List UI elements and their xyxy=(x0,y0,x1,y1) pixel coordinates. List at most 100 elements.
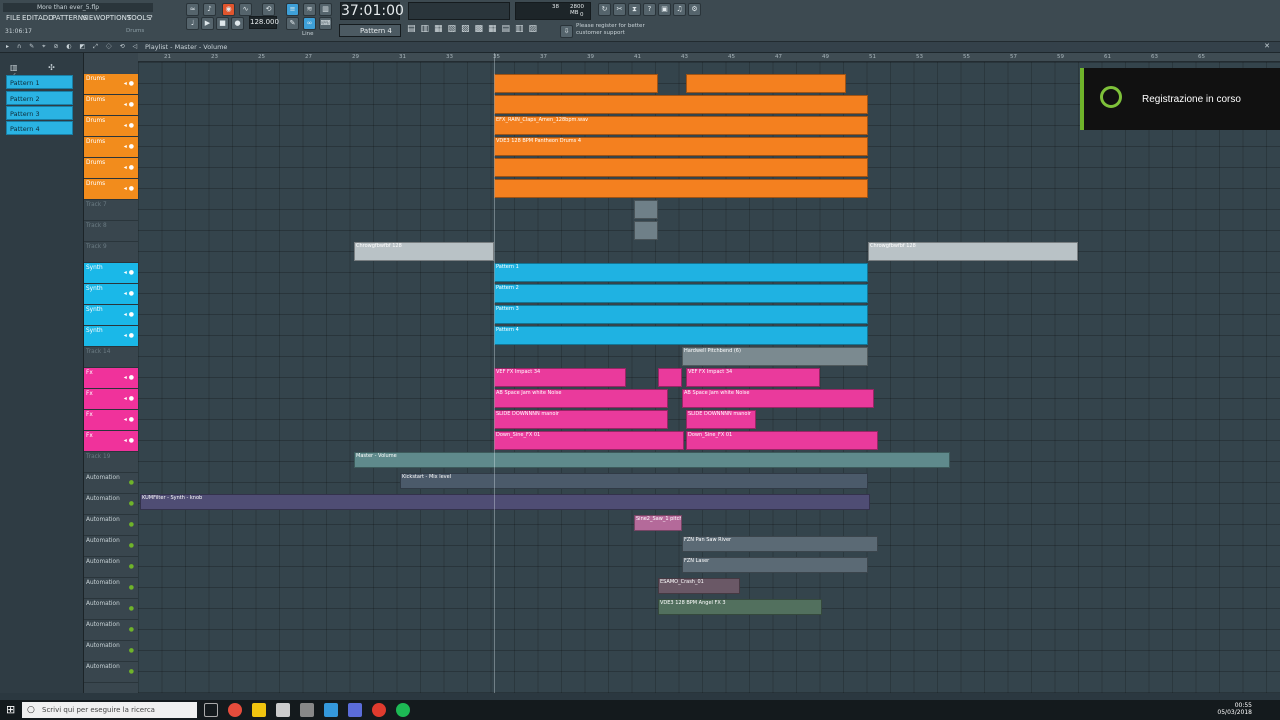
timeline-ruler[interactable]: 21 23 25 27 29 31 33 35 37 39 41 43 45 47 49 51 53 55 57 59… xyxy=(138,53,1280,62)
track-header[interactable]: Track 19 xyxy=(84,452,138,473)
track-header[interactable]: Drums ◂● xyxy=(84,179,138,200)
playlist-clip[interactable]: Pattern 4 xyxy=(494,326,868,345)
pat-song-icon[interactable]: ≈ xyxy=(186,3,199,16)
stop-button[interactable]: ■ xyxy=(216,17,229,30)
discord-icon[interactable] xyxy=(348,703,362,717)
spotify-icon[interactable] xyxy=(396,703,410,717)
track-controls-icon[interactable]: ● xyxy=(129,584,136,591)
track-controls-icon[interactable]: ● xyxy=(129,521,136,528)
track-header[interactable]: Drums ◂● xyxy=(84,137,138,158)
pencil-icon[interactable]: ✎ xyxy=(286,17,299,30)
playlist-clip[interactable]: VEF FX Impact 34 xyxy=(494,368,626,387)
track-header[interactable]: Track 9 xyxy=(84,242,138,263)
playlist-clip[interactable]: SLIDE DOWNNNN manoir xyxy=(494,410,668,429)
playlist-clip[interactable]: AB Space Jam white Noise xyxy=(494,389,668,408)
track-controls-icon[interactable]: ◂● xyxy=(124,416,136,423)
link-icon[interactable]: ∞ xyxy=(303,17,316,30)
step-icon[interactable]: ≡ xyxy=(286,3,299,16)
close-icon[interactable]: ✕ xyxy=(1264,42,1270,50)
playlist-clip[interactable] xyxy=(494,74,658,93)
mixer-icon[interactable]: ▥ xyxy=(319,3,332,16)
track-header[interactable]: Track 8 xyxy=(84,221,138,242)
record-mode-button[interactable]: ◉ xyxy=(222,3,235,16)
track-header[interactable]: Drums ◂● xyxy=(84,95,138,116)
track-header[interactable]: Synth ◂● xyxy=(84,305,138,326)
typing-icon[interactable]: ⌨ xyxy=(319,17,332,30)
chrome-icon[interactable] xyxy=(228,703,242,717)
track-header[interactable]: Automation ● xyxy=(84,620,138,641)
playlist-clip[interactable]: ESAMO_Crash_01 xyxy=(658,578,740,594)
playlist-clip[interactable]: Pattern 3 xyxy=(494,305,868,324)
mode-icon[interactable]: ♪ xyxy=(203,3,216,16)
playlist-clip[interactable] xyxy=(494,95,868,114)
playlist-grid[interactable]: EFX_RAIN_Claps_Amen_128bpm.wav VDE3 128 B… xyxy=(138,62,1280,693)
menu-tools[interactable]: TOOLS xyxy=(127,14,151,22)
wave2-icon[interactable]: ≋ xyxy=(303,3,316,16)
track-header[interactable]: Automation ● xyxy=(84,662,138,683)
playlist-clip[interactable]: AB Space Jam white Noise xyxy=(682,389,874,408)
pattern-selector[interactable]: Pattern 4 xyxy=(339,24,401,37)
track-header[interactable]: Track 14 xyxy=(84,347,138,368)
settings-icon[interactable]: ⚙ xyxy=(688,3,701,16)
playlist-clip[interactable]: SLIDE DOWNNNN manoir xyxy=(686,410,756,429)
playlist-clip[interactable] xyxy=(634,200,658,219)
track-header[interactable]: Fx ◂● xyxy=(84,410,138,431)
track-controls-icon[interactable]: ◂● xyxy=(124,269,136,276)
track-header[interactable]: Drums ◂● xyxy=(84,74,138,95)
hourglass-icon[interactable]: ⧗ xyxy=(628,3,641,16)
track-controls-icon[interactable]: ◂● xyxy=(124,143,136,150)
track-controls-icon[interactable]: ◂● xyxy=(124,185,136,192)
track-header[interactable]: Automation ● xyxy=(84,536,138,557)
track-controls-icon[interactable]: ◂● xyxy=(124,437,136,444)
track-controls-icon[interactable]: ● xyxy=(129,563,136,570)
store-icon[interactable] xyxy=(276,703,290,717)
playlist-clip[interactable]: Down_Sine_FX 01 xyxy=(494,431,684,450)
playlist-clip[interactable]: Pattern 2 xyxy=(494,284,868,303)
playlist-clip[interactable]: VDE3 128 BPM Pantheon Drums 4 xyxy=(494,137,868,156)
windows-start-icon[interactable]: ⊞ xyxy=(6,703,15,716)
tool-icons-row-icon[interactable]: ▤▥▦▧▨▩▦▤▥▨ xyxy=(407,24,542,34)
wave-icon[interactable]: ∿ xyxy=(239,3,252,16)
playlist-clip[interactable]: KUMFilter - Synth - knob xyxy=(140,494,870,510)
playlist-clip[interactable]: Sine2_Saw_1 pitch xyxy=(634,515,682,531)
track-header[interactable]: Automation ● xyxy=(84,515,138,536)
record-button[interactable]: ● xyxy=(231,17,244,30)
playlist-clip[interactable]: FZN Pan Saw River xyxy=(682,536,878,552)
track-controls-icon[interactable]: ◂● xyxy=(124,395,136,402)
track-controls-icon[interactable]: ◂● xyxy=(124,164,136,171)
playlist-clip[interactable]: Chrowgfbwfbf 128 xyxy=(868,242,1078,261)
playlist-clip[interactable] xyxy=(658,368,682,387)
track-controls-icon[interactable]: ◂● xyxy=(124,80,136,87)
track-controls-icon[interactable]: ◂● xyxy=(124,311,136,318)
track-controls-icon[interactable]: ● xyxy=(129,479,136,486)
play-button[interactable]: ▶ xyxy=(201,17,214,30)
playlist-clip[interactable]: Pattern 1 xyxy=(494,263,868,282)
download-icon[interactable]: ⇩ xyxy=(560,25,573,38)
tempo-display[interactable]: 128.000 xyxy=(249,16,279,29)
playlist-clip[interactable] xyxy=(686,74,846,93)
playlist-clip[interactable]: FZN Laser xyxy=(682,557,868,573)
menu-help[interactable]: ? xyxy=(149,14,153,22)
loop-icon[interactable]: ⟲ xyxy=(262,3,275,16)
playlist-clip[interactable]: EFX_RAIN_Claps_Amen_128bpm.wav xyxy=(494,116,868,135)
playlist-clip[interactable] xyxy=(494,158,868,177)
recording-notification[interactable]: Registrazione in corso xyxy=(1080,68,1280,130)
track-header[interactable]: Automation ● xyxy=(84,494,138,515)
app-icon[interactable] xyxy=(324,703,338,717)
track-header[interactable]: Automation ● xyxy=(84,578,138,599)
playlist-clip[interactable]: Chrowgfbwfbf 128 xyxy=(354,242,494,261)
playhead[interactable] xyxy=(494,53,495,693)
track-header[interactable]: Automation ● xyxy=(84,641,138,662)
track-controls-icon[interactable]: ● xyxy=(129,605,136,612)
track-controls-icon[interactable]: ● xyxy=(129,500,136,507)
track-controls-icon[interactable]: ● xyxy=(129,647,136,654)
snap-select[interactable]: Line xyxy=(302,31,313,37)
menu-file[interactable]: FILE xyxy=(6,14,20,22)
cycle-icon[interactable]: ↻ xyxy=(598,3,611,16)
pattern-item-3[interactable]: Pattern 3 xyxy=(6,106,73,120)
track-header[interactable]: Fx ◂● xyxy=(84,431,138,452)
track-header[interactable]: Synth ◂● xyxy=(84,284,138,305)
playlist-clip[interactable]: VEF FX Impact 34 xyxy=(686,368,820,387)
track-header[interactable]: Track 7 xyxy=(84,200,138,221)
track-controls-icon[interactable]: ● xyxy=(129,668,136,675)
